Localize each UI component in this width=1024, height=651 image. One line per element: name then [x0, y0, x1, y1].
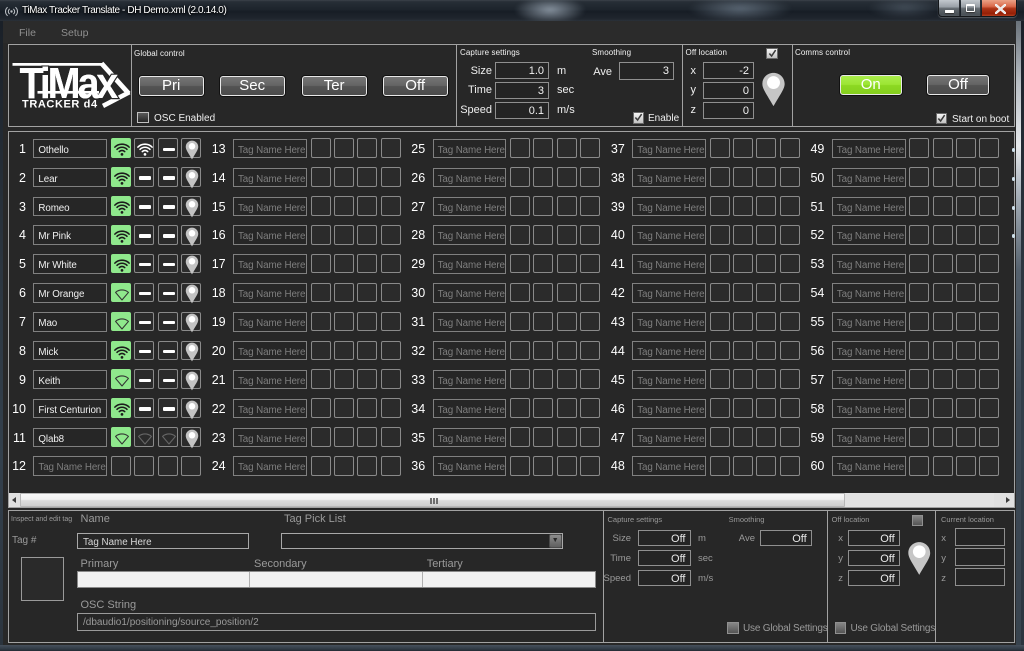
svg-text:TRACKER d4: TRACKER d4 [22, 99, 98, 111]
